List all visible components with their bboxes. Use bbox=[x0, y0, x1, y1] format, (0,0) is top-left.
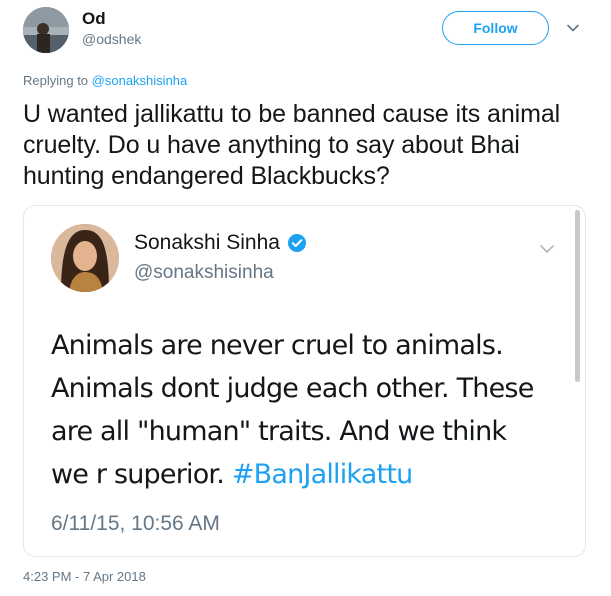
embedded-caret-down-icon bbox=[540, 245, 554, 253]
tweet-text: U wanted jallikattu to be banned cause i… bbox=[23, 100, 561, 190]
embedded-tweet-screenshot[interactable]: Sonakshi Sinha @sonakshisinha Animals ar… bbox=[23, 205, 586, 557]
embedded-timestamp: 6/11/15, 10:56 AM bbox=[51, 512, 220, 535]
embedded-hashtag: #BanJallikattu bbox=[231, 459, 413, 490]
author-avatar[interactable] bbox=[23, 7, 69, 53]
embedded-display-name-text: Sonakshi Sinha bbox=[134, 231, 280, 254]
embedded-scrollbar bbox=[575, 210, 580, 382]
author-display-name[interactable]: Od bbox=[82, 9, 106, 29]
author-handle[interactable]: @odshek bbox=[82, 31, 141, 47]
embedded-avatar bbox=[51, 224, 119, 292]
replying-to: Replying to @sonakshisinha bbox=[23, 73, 187, 88]
embedded-handle: @sonakshisinha bbox=[134, 262, 274, 283]
embedded-display-name: Sonakshi Sinha bbox=[134, 231, 307, 255]
tweet-timestamp[interactable]: 4:23 PM - 7 Apr 2018 bbox=[23, 569, 146, 584]
replying-to-label: Replying to bbox=[23, 73, 89, 88]
tweet: Od @odshek Follow Replying to @sonakshis… bbox=[0, 0, 611, 596]
replying-to-link[interactable]: @sonakshisinha bbox=[92, 73, 188, 88]
follow-button[interactable]: Follow bbox=[442, 11, 549, 45]
embedded-tweet-text: Animals are never cruel to animals. Anim… bbox=[51, 324, 551, 496]
caret-down-icon[interactable] bbox=[565, 20, 581, 36]
verified-badge-icon bbox=[287, 234, 306, 252]
